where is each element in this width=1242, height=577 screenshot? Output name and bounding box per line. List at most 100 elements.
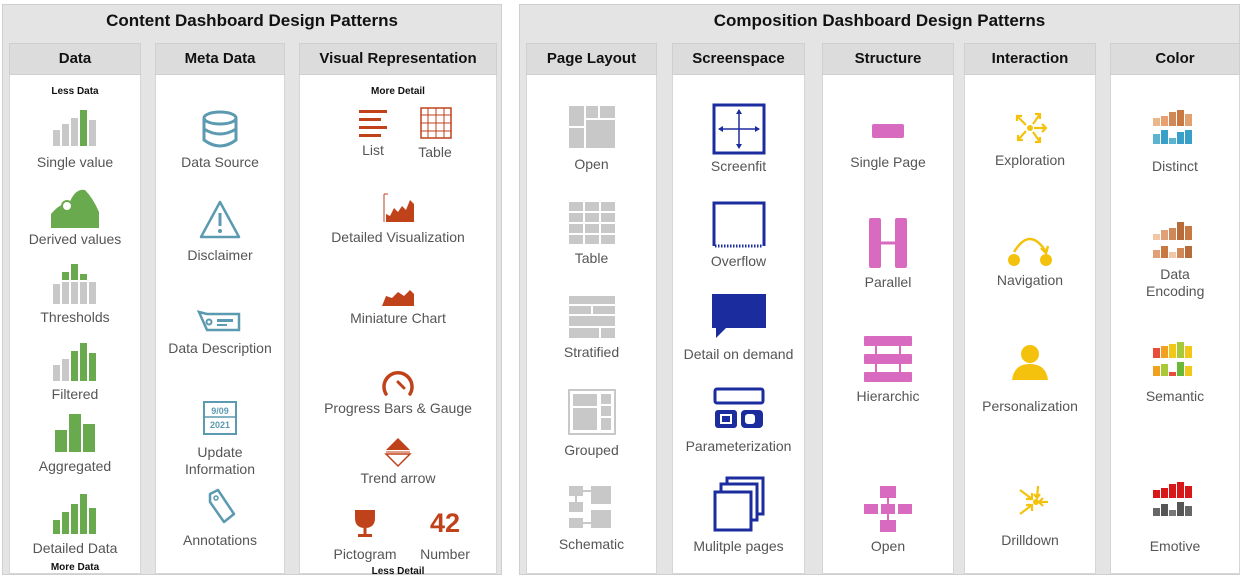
distinct-item: Distinct (1111, 108, 1239, 175)
personalization-label: Personalization (982, 398, 1078, 414)
layout-table-label: Table (574, 250, 609, 266)
list-label: List (362, 142, 384, 158)
structure-open-label: Open (870, 538, 906, 554)
data-encoding-label: Data Encoding (1146, 266, 1205, 299)
detailed-visualization-label: Detailed Visualization (331, 229, 465, 245)
gauge-icon (382, 371, 414, 396)
drilldown-icon (1019, 485, 1048, 515)
parallel-label: Parallel (864, 274, 912, 290)
label-tag-icon (208, 488, 236, 524)
detailed-data-item: Detailed Data (10, 492, 140, 557)
detailed-visualization-item: Detailed Visualization (300, 192, 496, 246)
screenfit-icon (712, 103, 765, 155)
derived-values-label: Derived values (28, 231, 122, 247)
calendar-year-text: 2021 (210, 420, 230, 430)
interaction-column: Interaction Exploration Navigation Perso… (964, 43, 1096, 574)
visual-representation-header: Visual Representation (299, 43, 497, 75)
hierarchic-item: Hierarchic (823, 332, 953, 405)
open-structure-icon (864, 486, 912, 532)
trend-arrow-icon (384, 438, 412, 468)
interaction-header: Interaction (964, 43, 1096, 75)
single-page-label: Single Page (850, 154, 926, 170)
data-encoding-item: Data Encoding (1111, 220, 1239, 300)
single-value-item: Single value (10, 106, 140, 171)
distinct-bars-icon (1153, 110, 1192, 144)
number-label: Number (420, 546, 470, 562)
multiple-pages-item: Mulitple pages (673, 476, 804, 555)
derived-area-icon (51, 189, 99, 228)
more-detail-note: More Detail (371, 86, 425, 97)
layout-grouped-item: Grouped (527, 388, 656, 459)
single-value-bars-icon (53, 110, 96, 146)
emotive-item: Emotive (1111, 480, 1239, 555)
layout-open-item: Open (527, 104, 656, 173)
data-encoding-bars-icon (1153, 222, 1192, 258)
semantic-item: Semantic (1111, 340, 1239, 405)
page-layout-column: Page Layout Open Table Stratified Groupe… (526, 43, 657, 574)
hierarchic-label: Hierarchic (856, 388, 920, 404)
table-layout-icon (568, 202, 615, 244)
parallel-item: Parallel (823, 216, 953, 291)
annotations-item: Annotations (156, 488, 284, 549)
update-information-item: 9/09 2021 Update Information (156, 400, 284, 478)
drilldown-label: Drilldown (1001, 532, 1059, 548)
composition-panel: Composition Dashboard Design Patterns Pa… (519, 4, 1240, 575)
calendar-date-text: 9/09 (211, 406, 229, 416)
stratified-layout-icon (568, 296, 615, 338)
composition-panel-title: Composition Dashboard Design Patterns (713, 11, 1046, 30)
structure-open-item: Open (823, 484, 953, 555)
distinct-label: Distinct (1152, 158, 1198, 174)
thresholds-bars-icon (53, 264, 96, 304)
derived-values-item: Derived values (10, 182, 140, 248)
list-item: List (338, 106, 408, 159)
parallel-icon (869, 218, 907, 268)
number-item: 42 Number (405, 506, 485, 563)
tag-icon (196, 310, 241, 332)
grouped-layout-icon (567, 389, 616, 435)
schematic-layout-icon (568, 486, 611, 528)
less-data-note: Less Data (51, 86, 99, 97)
table-label: Table (418, 144, 452, 160)
meta-data-column-header: Meta Data (155, 43, 285, 75)
progress-bars-gauge-label: Progress Bars & Gauge (324, 400, 472, 416)
drilldown-item: Drilldown (965, 480, 1095, 549)
data-column-header: Data (9, 43, 141, 75)
wine-glass-icon (355, 510, 375, 537)
miniature-chart-item: Miniature Chart (300, 284, 496, 327)
detailed-data-label: Detailed Data (32, 540, 118, 556)
thresholds-label: Thresholds (40, 309, 110, 325)
detail-on-demand-item: Detail on demand (673, 292, 804, 363)
filtered-item: Filtered (10, 339, 140, 403)
number-value: 42 (429, 508, 461, 538)
layout-schematic-item: Schematic (527, 484, 656, 553)
page-layout-header: Page Layout (526, 43, 657, 75)
layout-open-label: Open (574, 156, 609, 172)
single-page-icon (872, 124, 904, 138)
personalization-item: Personalization (965, 342, 1095, 415)
update-information-label: Update Information (184, 444, 256, 477)
semantic-bars-icon (1153, 342, 1192, 376)
progress-bars-gauge-item: Progress Bars & Gauge (300, 364, 496, 417)
single-page-item: Single Page (823, 120, 953, 171)
color-column: Color Distinct Data Encoding Semantic Em… (1110, 43, 1240, 574)
aggregated-label: Aggregated (38, 458, 112, 474)
detail-on-demand-label: Detail on demand (683, 346, 794, 362)
aggregated-item: Aggregated (10, 412, 140, 475)
more-data-note: More Data (50, 562, 100, 573)
table-item: Table (400, 106, 470, 161)
screenfit-label: Screenfit (710, 158, 767, 174)
calendar-icon: 9/09 2021 (203, 401, 237, 435)
exploration-item: Exploration (965, 106, 1095, 169)
miniature-chart-icon (382, 290, 414, 306)
navigation-label: Navigation (996, 272, 1064, 288)
list-icon (359, 110, 387, 137)
multiple-pages-label: Mulitple pages (693, 538, 784, 554)
screenspace-column: Screenspace Screenfit Overflow Detail on… (672, 43, 805, 574)
data-description-label: Data Description (168, 340, 272, 356)
detailed-bars-icon (53, 494, 96, 534)
data-description-item: Data Description (156, 306, 284, 357)
overflow-item: Overflow (673, 200, 804, 270)
data-source-label: Data Source (181, 154, 259, 170)
color-header: Color (1110, 43, 1240, 75)
filtered-bars-icon (53, 343, 96, 381)
